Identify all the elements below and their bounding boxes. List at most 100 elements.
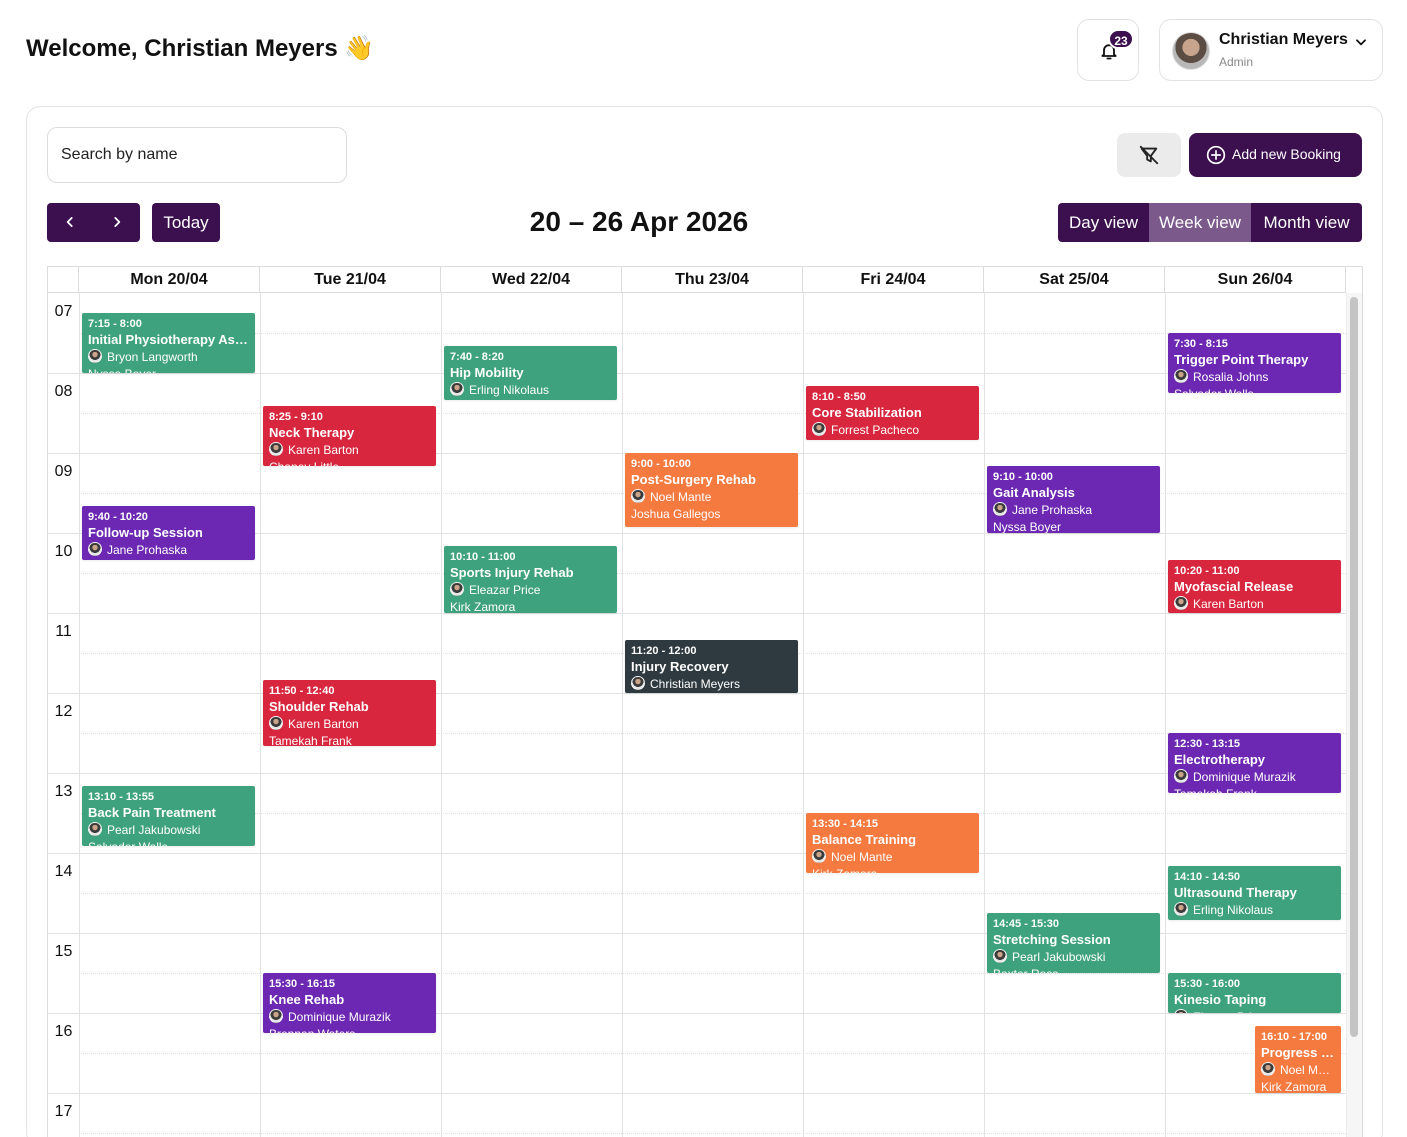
booking-event[interactable]: 10:10 - 11:00 Sports Injury Rehab Eleazar … (444, 546, 617, 613)
therapist-avatar (812, 422, 826, 437)
event-patient: Tamekah Frank (1174, 786, 1335, 793)
booking-event[interactable]: 8:10 - 8:50 Core Stabilization Forrest Pac… (806, 386, 979, 440)
event-time: 11:50 - 12:40 (269, 684, 335, 697)
hour-label: 12 (54, 703, 73, 720)
booking-event[interactable]: 11:20 - 12:00 Injury Recovery Christian Me… (625, 639, 798, 693)
event-title: Gait Analysis (993, 485, 1075, 501)
booking-event[interactable]: 7:15 - 8:00 Initial Physiotherapy Assessm… (82, 313, 255, 373)
booking-event[interactable]: 14:45 - 15:30 Stretching Session Pearl Jak… (987, 913, 1160, 973)
event-patient: Brennan Waters (269, 1026, 430, 1033)
hour-label: 15 (54, 943, 73, 960)
event-time: 9:10 - 10:00 (993, 471, 1053, 484)
calendar-panel: Add new Booking Today 20 – 26 Apr 2026 D… (26, 106, 1383, 1137)
event-title: Post-Surgery Rehab (631, 472, 756, 487)
therapist-avatar (1174, 595, 1188, 610)
event-patient: Salvador Walls (1174, 386, 1335, 393)
event-therapist: Karen Barton (269, 442, 430, 459)
event-therapist: Eleazar Price (450, 582, 611, 599)
event-title: Knee Rehab (269, 992, 345, 1007)
therapist-name: Pearl Jakubowski (107, 823, 201, 838)
today-button[interactable]: Today (152, 203, 220, 242)
notifications-button[interactable]: 23 (1077, 19, 1139, 81)
day-header: Wed 22/04 (441, 267, 622, 293)
event-time: 15:30 - 16:00 (1174, 978, 1241, 990)
event-patient: Kirk Zamora (812, 866, 973, 873)
event-therapist: Erling Nikolaus (450, 382, 611, 399)
booking-event[interactable]: 9:10 - 10:00 Gait Analysis Jane Prohaska Ny… (987, 466, 1160, 533)
booking-event[interactable]: 11:50 - 12:40 Shoulder Rehab Karen Barton T… (263, 679, 436, 747)
event-title: Myofascial Release (1174, 578, 1294, 594)
therapist-name: Noel Mante (650, 490, 712, 504)
previous-week-button[interactable] (47, 203, 93, 242)
booking-event[interactable]: 9:00 - 10:00 Post-Surgery Rehab Noel Mante… (625, 453, 798, 527)
therapist-avatar (450, 382, 464, 397)
event-patient: Kirk Zamora (450, 600, 516, 613)
event-title: Trigger Point Therapy (1174, 352, 1309, 367)
booking-event[interactable]: 14:10 - 14:50 Ultrasound Therapy Erling Ni… (1168, 866, 1341, 920)
event-title: Injury Recovery (631, 658, 729, 674)
search-input[interactable] (47, 127, 347, 183)
event-title: Sports Injury Rehab (450, 565, 574, 581)
user-menu-button[interactable]: Christian Meyers Admin (1159, 19, 1383, 81)
event-therapist: Dominique Murazik (269, 1009, 430, 1026)
week-view-button[interactable]: Week view (1149, 203, 1251, 242)
booking-event[interactable]: 8:25 - 9:10Neck Therapy Karen BartonChane… (263, 406, 436, 467)
event-therapist: Pearl Jakubowski (993, 949, 1154, 966)
event-title: Electrotherapy (1174, 752, 1266, 767)
booking-event[interactable]: 9:40 - 10:20 Follow-up Session Jane Prohas… (82, 506, 255, 560)
therapist-name: Jane Prohaska (107, 543, 188, 558)
event-patient: Baxter Ross (993, 966, 1154, 973)
add-booking-button[interactable]: Add new Booking (1189, 133, 1362, 177)
therapist-avatar (1174, 369, 1188, 383)
booking-event[interactable]: 7:40 - 8:20Hip MobilityErling NikolausRa… (444, 346, 617, 400)
booking-event[interactable]: 13:10 - 13:55 Back Pain Treatment Pearl Ja… (82, 786, 255, 847)
event-patient: Nyssa Boyer (88, 366, 249, 373)
hour-label: 11 (55, 623, 72, 640)
month-view-button[interactable]: Month view (1251, 203, 1362, 242)
hour-label: 14 (54, 863, 73, 880)
event-time: 10:20 - 11:00 (1174, 564, 1240, 577)
therapist-name: Karen Barton (288, 716, 359, 731)
event-patient: Chaney Little (269, 459, 430, 466)
event-time: 8:25 - 9:10 (269, 411, 323, 424)
event-title: Stretching Session (993, 932, 1111, 947)
therapist-avatar (631, 489, 645, 503)
event-therapist: Karen Barton (1174, 595, 1335, 613)
hour-line (48, 1093, 1346, 1094)
half-hour-line (79, 573, 1346, 574)
booking-event[interactable]: 12:30 - 13:15 Electrotherapy Dominique Mur… (1168, 733, 1341, 793)
therapist-name: Erling Nikolaus (469, 383, 550, 398)
day-column-divider (1165, 293, 1166, 1137)
therapist-avatar (1174, 1009, 1188, 1013)
hour-label: 13 (54, 783, 73, 800)
week-navigation (47, 203, 140, 242)
therapist-avatar (269, 715, 283, 730)
event-time: 13:30 - 14:15 (812, 818, 879, 830)
hour-label: 16 (54, 1023, 73, 1040)
booking-event[interactable]: 7:30 - 8:15 Trigger Point Therapy Rosalia … (1168, 333, 1341, 393)
event-title: Kinesio Taping (1174, 992, 1267, 1007)
user-name: Christian Meyers (1219, 31, 1348, 48)
day-header: Fri 24/04 (803, 267, 984, 293)
therapist-name: Noel Mante (831, 850, 893, 864)
booking-event[interactable]: 16:10 - 17:00Progress Review Noel Mante Ki… (1255, 1026, 1341, 1093)
day-view-button[interactable]: Day view (1058, 203, 1149, 242)
event-time: 11:20 - 12:00 (631, 644, 697, 657)
hour-line (48, 1013, 1346, 1014)
booking-event[interactable]: 13:30 - 14:15 Balance Training Noel Mante K… (806, 813, 979, 873)
day-column-divider (441, 293, 442, 1137)
event-title: Neck Therapy (269, 425, 355, 441)
clear-filter-button[interactable] (1117, 133, 1181, 177)
day-column-divider (984, 293, 985, 1137)
next-week-button[interactable] (94, 203, 140, 242)
booking-event[interactable]: 10:20 - 11:00 Myofascial Release Karen Bar… (1168, 559, 1341, 613)
therapist-avatar (88, 349, 102, 363)
booking-event[interactable]: 15:30 - 16:00 Kinesio Taping Eleazar Price… (1168, 973, 1341, 1013)
event-time: 12:30 - 13:15 (1174, 738, 1241, 750)
event-title: Ultrasound Therapy (1174, 885, 1297, 901)
event-title: Hip Mobility (450, 365, 524, 381)
hour-label: 08 (54, 383, 73, 400)
booking-event[interactable]: 15:30 - 16:15 Knee Rehab Dominique Murazik… (263, 973, 436, 1033)
calendar-scrollbar-thumb[interactable] (1350, 297, 1358, 1037)
event-time: 7:30 - 8:15 (1174, 338, 1228, 350)
